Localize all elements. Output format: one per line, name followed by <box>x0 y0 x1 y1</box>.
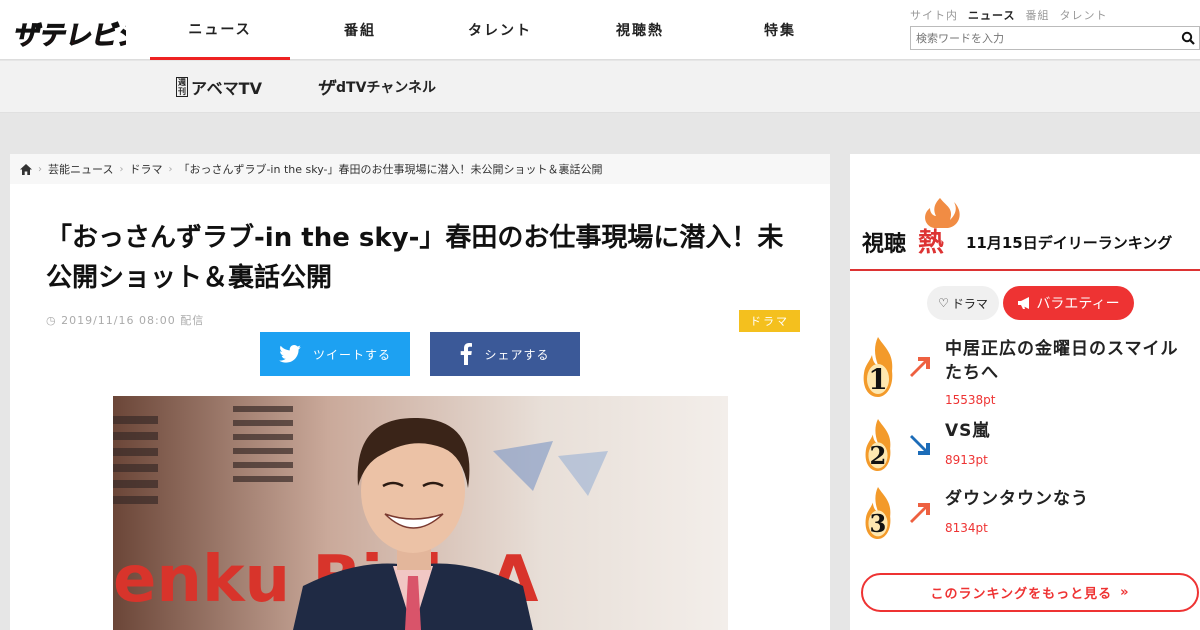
dtv-channel-link[interactable]: ザ dTVチャンネル <box>316 73 436 101</box>
dtv-the-mark: ザ <box>316 78 334 99</box>
chevron-right-icon: › <box>119 163 124 175</box>
nav-item-talent[interactable]: タレント <box>430 0 570 60</box>
rank-number: 3 <box>870 509 887 538</box>
svg-text:ザテレビジョン: ザテレビジョン <box>11 21 126 51</box>
article-photo: enku Bich A <box>113 396 728 630</box>
search-scope-news[interactable]: ニュース <box>968 7 1015 23</box>
arrow-up-icon <box>910 503 930 523</box>
flame-rank-icon: 3 <box>865 487 891 539</box>
main-nav: ニュース 番組 タレント 視聴熱 特集 <box>150 0 850 60</box>
actor-photo-illustration: enku Bich A <box>113 396 728 630</box>
rank-number: 2 <box>870 441 887 470</box>
ranking-tabs: ♡ ドラマ バラエティー <box>927 286 1134 320</box>
arrow-down-icon <box>910 435 930 455</box>
chevron-down-icon: » <box>1120 585 1130 600</box>
ranking-title[interactable]: 中居正広の金曜日のスマイルたちへ <box>945 337 1195 385</box>
article: › 芸能ニュース › ドラマ › 「おっさんずラブ-in the sky-」春田… <box>10 154 830 630</box>
ranking-points: 8134pt <box>945 521 988 535</box>
article-date-text: 2019/11/16 08:00 配信 <box>61 314 205 327</box>
chevron-right-icon: › <box>38 163 42 175</box>
clock-icon: ◷ <box>46 314 57 327</box>
article-date: ◷ 2019/11/16 08:00 配信 <box>46 312 204 328</box>
abema-link[interactable]: 週刊 アベマTV <box>176 73 262 101</box>
search-box <box>910 26 1200 50</box>
search-input[interactable] <box>911 27 1171 50</box>
article-title: 「おっさんずラブ-in the sky-」春田のお仕事現場に潜入！未公開ショット… <box>46 223 784 293</box>
tab-drama[interactable]: ♡ ドラマ <box>927 286 999 320</box>
rank-number: 1 <box>868 363 887 396</box>
nav-item-programs[interactable]: 番組 <box>290 0 430 60</box>
twitter-icon <box>279 345 301 363</box>
search-scope-label: サイト内 <box>910 9 958 22</box>
tab-variety[interactable]: バラエティー <box>1003 286 1134 320</box>
ranking-title[interactable]: VS嵐 <box>945 419 1195 443</box>
abema-label: アベマTV <box>191 79 262 98</box>
breadcrumb-current: 「おっさんずラブ-in the sky-」春田のお仕事現場に潜入！未公開ショット… <box>178 163 603 176</box>
tab-variety-label: バラエティー <box>1036 296 1120 312</box>
ranking-heading-a: 視聴 <box>862 232 907 257</box>
ranking-points: 8913pt <box>945 453 988 467</box>
more-ranking-label: このランキングをもっと見る <box>930 587 1113 602</box>
ranking-item[interactable]: 1 中居正広の金曜日のスマイルたちへ 15538pt <box>860 337 1200 412</box>
ranking-item[interactable]: 3 ダウンタウンなう 8134pt <box>860 487 1200 547</box>
breadcrumb: › 芸能ニュース › ドラマ › 「おっさんずラブ-in the sky-」春田… <box>10 154 830 184</box>
home-icon[interactable] <box>20 163 32 175</box>
heart-icon: ♡ <box>938 296 949 310</box>
share-label: シェアする <box>484 347 550 362</box>
more-ranking-button[interactable]: このランキングをもっと見る » <box>861 573 1199 612</box>
ranking-title[interactable]: ダウンタウンなう <box>945 487 1195 511</box>
dtv-label: dTVチャンネル <box>336 80 436 96</box>
site-logo[interactable]: ザテレビジョン <box>10 10 126 52</box>
search-scope-talent[interactable]: タレント <box>1059 7 1107 23</box>
ranking-header: 視聴 熱 11月15日デイリーランキング <box>850 196 1200 271</box>
weekly-badge: 週刊 <box>176 77 188 97</box>
facebook-share-button[interactable]: シェアする <box>430 332 580 376</box>
ranking-points: 15538pt <box>945 393 996 407</box>
category-tag[interactable]: ドラマ <box>739 310 800 332</box>
search-icon[interactable] <box>1181 31 1195 45</box>
search-scope: サイト内 ニュース 番組 タレント <box>910 7 1107 23</box>
arrow-up-icon <box>910 357 930 377</box>
ranking-date: 11月15日デイリーランキング <box>966 234 1173 252</box>
flame-rank-icon: 2 <box>865 419 891 471</box>
search-scope-programs[interactable]: 番組 <box>1025 7 1049 23</box>
nav-item-shichounetsu[interactable]: 視聴熱 <box>570 0 710 60</box>
facebook-icon <box>461 343 473 365</box>
nav-item-news[interactable]: ニュース <box>150 0 290 60</box>
partner-bar: 週刊 アベマTV ザ dTVチャンネル <box>0 61 1200 113</box>
header: ザテレビジョン ニュース 番組 タレント 視聴熱 特集 サイト内 ニュース 番組… <box>0 0 1200 60</box>
breadcrumb-entertainment-news[interactable]: 芸能ニュース <box>48 161 113 177</box>
megaphone-icon <box>1018 297 1030 309</box>
ranking-sidebar: 視聴 熱 11月15日デイリーランキング ♡ ドラマ バラエティー 1 中居正広… <box>850 154 1200 630</box>
flame-rank-icon: 1 <box>863 337 893 397</box>
tweet-label: ツイートする <box>312 347 391 362</box>
ranking-heading-b: 熱 <box>918 228 945 258</box>
breadcrumb-drama[interactable]: ドラマ <box>129 161 162 177</box>
chevron-right-icon: › <box>168 163 173 175</box>
nav-item-features[interactable]: 特集 <box>710 0 850 60</box>
tab-drama-label: ドラマ <box>951 296 988 311</box>
tweet-button[interactable]: ツイートする <box>260 332 410 376</box>
ranking-item[interactable]: 2 VS嵐 8913pt <box>860 419 1200 479</box>
